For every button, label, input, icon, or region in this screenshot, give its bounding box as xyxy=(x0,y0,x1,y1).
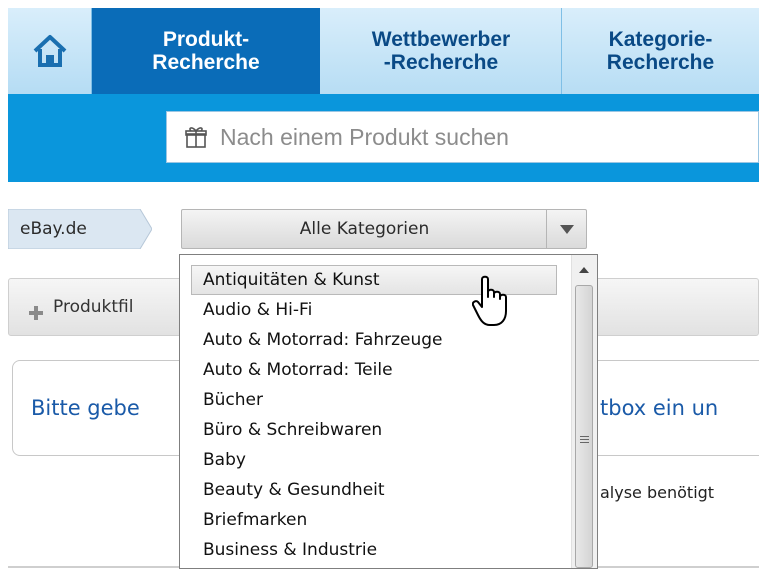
message-text-left: Bitte gebe xyxy=(31,396,140,420)
search-placeholder: Nach einem Produkt suchen xyxy=(220,123,509,150)
filter-label: Produktfil xyxy=(53,297,134,317)
option-briefmarken[interactable]: Briefmarken xyxy=(180,505,572,535)
message-text-right: tbox ein un xyxy=(600,396,719,420)
option-buero[interactable]: Büro & Schreibwaren xyxy=(180,415,572,445)
tab-kategorie-recherche[interactable]: Kategorie- Recherche xyxy=(562,8,759,94)
note-text: alyse benötigt xyxy=(600,483,715,502)
top-navigation: Produkt- Recherche Wettbewerber -Recherc… xyxy=(8,8,759,94)
tab-label-line1: Kategorie- xyxy=(608,28,713,51)
search-input[interactable]: Nach einem Produkt suchen xyxy=(166,111,759,163)
plus-icon xyxy=(29,306,43,320)
option-buecher[interactable]: Bücher xyxy=(180,385,572,415)
home-tab[interactable] xyxy=(8,8,92,94)
grip-line xyxy=(580,439,589,440)
option-beauty[interactable]: Beauty & Gesundheit xyxy=(180,475,572,505)
scroll-thumb[interactable] xyxy=(575,285,593,568)
breadcrumb-label: eBay.de xyxy=(20,219,87,239)
category-select[interactable]: Alle Kategorien xyxy=(181,209,587,249)
home-icon xyxy=(33,35,66,67)
grip-line xyxy=(580,442,589,443)
tab-label-line2: Recherche xyxy=(606,51,715,74)
breadcrumb-marketplace[interactable]: eBay.de xyxy=(8,209,152,249)
option-business[interactable]: Business & Industrie xyxy=(180,535,572,565)
category-dropdown-list[interactable]: Antiquitäten & Kunst Audio & Hi-Fi Auto … xyxy=(179,254,598,569)
option-baby[interactable]: Baby xyxy=(180,445,572,475)
option-auto-fahrzeuge[interactable]: Auto & Motorrad: Fahrzeuge xyxy=(180,325,572,355)
tab-label-line2: Recherche xyxy=(152,51,260,74)
option-auto-teile[interactable]: Auto & Motorrad: Teile xyxy=(180,355,572,385)
dropdown-scrollbar[interactable] xyxy=(571,255,597,568)
tab-wettbewerber-recherche[interactable]: Wettbewerber -Recherche xyxy=(321,8,562,94)
scroll-up-arrow-icon[interactable] xyxy=(579,267,589,273)
category-select-value: Alle Kategorien xyxy=(299,219,430,239)
hand-pointer-cursor-icon xyxy=(472,275,507,326)
select-toggle[interactable] xyxy=(546,210,586,248)
chevron-down-icon xyxy=(560,225,574,234)
tab-label-line1: Produkt- xyxy=(162,28,250,51)
tab-produkt-recherche[interactable]: Produkt- Recherche xyxy=(92,8,320,94)
tab-label-line1: Wettbewerber xyxy=(371,28,511,51)
tab-label-line2: -Recherche xyxy=(383,51,499,74)
gift-box-icon xyxy=(185,127,207,148)
grip-line xyxy=(580,436,589,437)
